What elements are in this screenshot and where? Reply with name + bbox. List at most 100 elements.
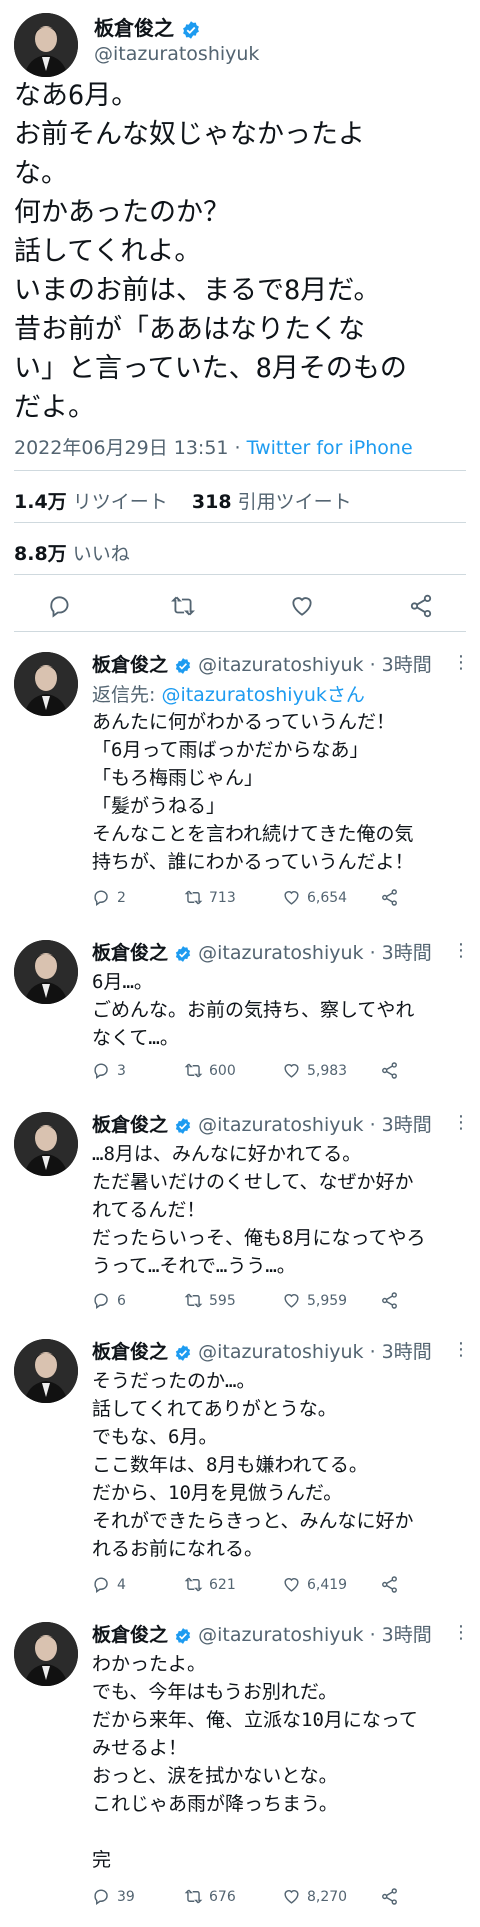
more-icon[interactable]: ⋮	[452, 1339, 470, 1360]
share-button[interactable]	[380, 1575, 399, 1594]
more-icon[interactable]: ⋮	[452, 652, 470, 673]
quotes-count: 318	[191, 491, 232, 513]
share-icon[interactable]	[408, 593, 434, 619]
reply-button[interactable]: 2	[92, 888, 126, 907]
reply-button[interactable]: 4	[92, 1575, 126, 1594]
author-handle[interactable]: @itazuratoshiyuk	[94, 43, 259, 65]
verified-badge-icon	[175, 1117, 191, 1134]
like-button[interactable]: 5,959	[282, 1291, 347, 1310]
reply-button[interactable]: 39	[92, 1887, 135, 1906]
divider	[14, 631, 466, 632]
divider	[14, 522, 466, 523]
reply-time[interactable]: · 3時間	[370, 1341, 432, 1363]
reply-time[interactable]: · 3時間	[370, 654, 432, 676]
like-icon[interactable]	[289, 593, 315, 619]
author-handle[interactable]: @itazuratoshiyuk	[198, 1624, 363, 1646]
author-handle[interactable]: @itazuratoshiyuk	[198, 942, 363, 964]
author-name[interactable]: 板倉俊之	[92, 942, 168, 964]
reply-text: あんたに何がわかるっていうんだ！ 「6月って雨ばっかだからなあ」 「もろ梅雨じゃ…	[92, 711, 414, 873]
avatar[interactable]	[14, 1339, 78, 1403]
author-name-text[interactable]: 板倉俊之	[94, 16, 174, 40]
reply-time[interactable]: · 3時間	[370, 1624, 432, 1646]
meta-separator: ·	[228, 437, 247, 459]
tweet-actions	[0, 583, 480, 631]
avatar[interactable]	[14, 13, 78, 77]
reply-count: 39	[117, 1888, 135, 1905]
retweets-stat[interactable]: 1.4万 リツイート	[14, 491, 168, 513]
reply-time[interactable]: · 3時間	[370, 1114, 432, 1136]
author-name[interactable]: 板倉俊之	[92, 1114, 168, 1136]
author-handle[interactable]: @itazuratoshiyuk	[198, 1341, 363, 1363]
reply-icon	[94, 1063, 108, 1080]
quotes-stat[interactable]: 318 引用ツイート	[192, 491, 352, 513]
avatar[interactable]	[14, 1622, 78, 1686]
likes-stat[interactable]: 8.8万 いいね	[14, 539, 130, 566]
like-count: 8,270	[307, 1888, 348, 1905]
like-button[interactable]: 5,983	[282, 1061, 347, 1080]
reply-button[interactable]: 3	[92, 1061, 126, 1080]
like-icon	[284, 1294, 299, 1308]
retweet-button[interactable]: 713	[184, 888, 236, 907]
reply-text: …8月は、みんなに好かれてる。 ただ暑いだけのくせして、なぜか好か れてるんだ！…	[92, 1143, 426, 1277]
retweet-count: 621	[209, 1576, 236, 1593]
retweet-icon	[184, 1293, 203, 1308]
share-icon	[382, 1062, 397, 1079]
reply-to-handle[interactable]: @itazuratoshiyukさん	[161, 684, 364, 706]
avatar[interactable]	[14, 1112, 78, 1176]
reply-icon[interactable]	[47, 593, 73, 619]
share-button[interactable]	[380, 1887, 399, 1906]
like-button[interactable]: 6,419	[282, 1575, 347, 1594]
author-name[interactable]: 板倉俊之	[92, 654, 168, 676]
verified-badge-icon	[175, 657, 191, 674]
retweet-count: 600	[209, 1062, 236, 1079]
retweet-icon	[184, 890, 203, 905]
retweet-count: 676	[209, 1888, 236, 1905]
reply-icon	[94, 890, 108, 907]
retweet-button[interactable]: 600	[184, 1061, 236, 1080]
like-icon	[284, 1578, 299, 1592]
reply-time[interactable]: · 3時間	[370, 942, 432, 964]
reply-icon	[94, 1577, 108, 1594]
verified-badge-icon	[175, 1627, 191, 1644]
like-count: 5,983	[307, 1062, 348, 1079]
avatar[interactable]	[14, 652, 78, 716]
likes-count: 8.8万	[14, 543, 67, 565]
reply-button[interactable]: 6	[92, 1291, 126, 1310]
share-icon	[382, 1576, 397, 1593]
retweet-button[interactable]: 676	[184, 1887, 236, 1906]
more-icon[interactable]: ⋮	[452, 1622, 470, 1643]
more-icon[interactable]: ⋮	[452, 940, 470, 961]
retweet-icon[interactable]	[170, 593, 196, 619]
author-name[interactable]: 板倉俊之	[92, 1624, 168, 1646]
share-button[interactable]	[380, 1061, 399, 1080]
reply-text: 6月…。 ごめんな。お前の気持ち、察してやれ なくて…。	[92, 971, 415, 1049]
quotes-label: 引用ツイート	[237, 491, 352, 513]
reply-icon	[94, 1293, 108, 1310]
engagement-stats: 1.4万 リツイート 318 引用ツイート	[14, 487, 352, 514]
share-icon	[382, 1888, 397, 1905]
author-handle[interactable]: @itazuratoshiyuk	[198, 654, 363, 676]
divider	[14, 470, 466, 471]
reply-to-prefix: 返信先:	[92, 684, 162, 706]
like-count: 6,654	[307, 889, 348, 906]
author-name[interactable]: 板倉俊之	[92, 1341, 168, 1363]
like-icon	[284, 1064, 299, 1078]
reply-count: 6	[117, 1292, 126, 1309]
retweet-button[interactable]: 621	[184, 1575, 236, 1594]
verified-badge-icon	[175, 945, 191, 962]
tweet-meta: 2022年06月29日 13:51 · Twitter for iPhone	[14, 433, 413, 460]
share-icon	[382, 1292, 397, 1309]
timestamp[interactable]: 2022年06月29日 13:51	[14, 437, 229, 459]
avatar[interactable]	[14, 940, 78, 1004]
retweet-button[interactable]: 595	[184, 1291, 236, 1310]
like-button[interactable]: 6,654	[282, 888, 347, 907]
author-name[interactable]: 板倉俊之	[94, 12, 201, 41]
like-count: 6,419	[307, 1576, 348, 1593]
like-button[interactable]: 8,270	[282, 1887, 347, 1906]
like-count: 5,959	[307, 1292, 348, 1309]
more-icon[interactable]: ⋮	[452, 1112, 470, 1133]
share-button[interactable]	[380, 888, 399, 907]
share-button[interactable]	[380, 1291, 399, 1310]
source-link[interactable]: Twitter for iPhone	[247, 437, 413, 459]
author-handle[interactable]: @itazuratoshiyuk	[198, 1114, 363, 1136]
